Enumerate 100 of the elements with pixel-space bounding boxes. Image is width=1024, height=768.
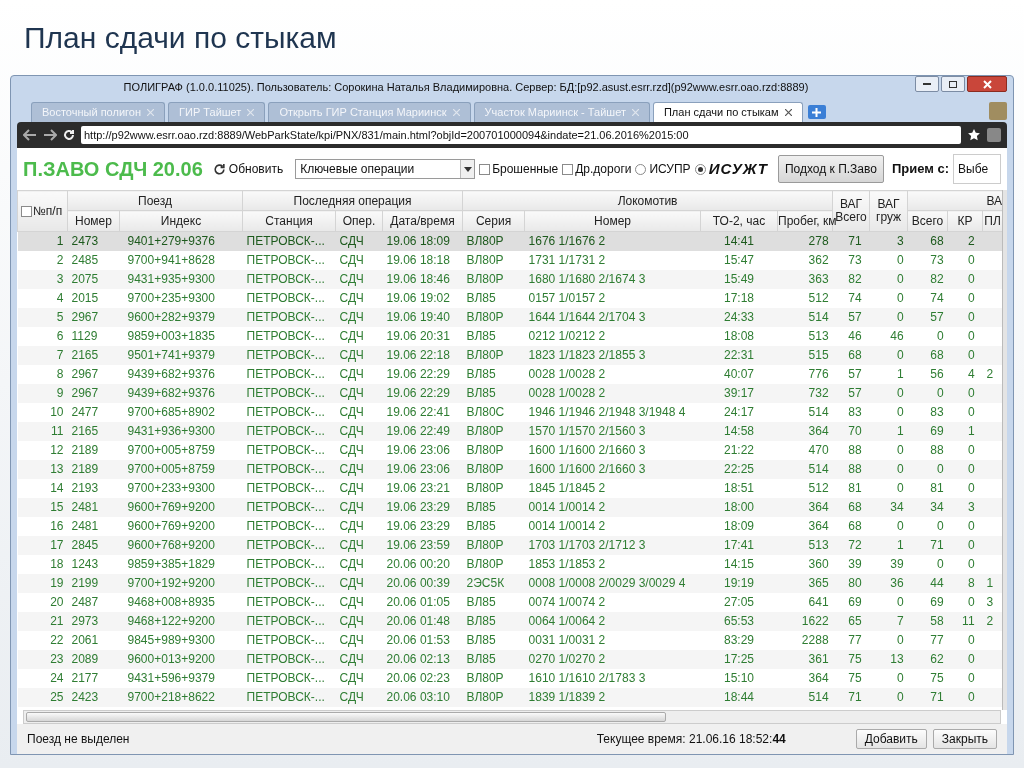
address-field[interactable]: http://p92www.esrr.oao.rzd:8889/WebParkState/kpi/PNX/831/main.html?objId=200701000094&indate=21.06.2016%2015:00 <box>81 126 961 144</box>
status-message: Поезд не выделен <box>27 731 130 748</box>
column-group-header: Локомотив <box>617 193 678 208</box>
column-group-header: ВА <box>986 193 1002 208</box>
table-row[interactable]: 20 2487 9468+008+8935 ПЕТРОВСК-... СДЧ 20.06 01:05 ВЛ85 0074 1/0074 2 27:05 641 69 0 69 0 3 <box>17 592 1002 612</box>
checkbox[interactable] <box>21 205 32 217</box>
table-row[interactable]: 5 2967 9600+282+9379 ПЕТРОВСК-... СДЧ 19.06 19:40 ВЛ80Р 1644 1/1644 2/1704 3 24:33 514 57 0 57 0 <box>17 307 1002 327</box>
checkbox[interactable] <box>562 163 574 175</box>
reception-label: Прием с: <box>891 160 950 179</box>
radio-button[interactable] <box>635 163 647 175</box>
table-cell: 12 <box>17 440 68 460</box>
column-header: Номер <box>594 214 631 228</box>
table-cell: 15 <box>17 497 68 517</box>
checkbox[interactable] <box>479 163 491 175</box>
table-row[interactable]: 19 2199 9700+192+9200 ПЕТРОВСК-... СДЧ 20.06 00:39 2ЭС5К 0008 1/0008 2/0029 3/0029 4 19:19 365 80 36 44 8 1 <box>17 573 1002 593</box>
column-header: ВАГ Всего <box>835 197 867 224</box>
table-cell: 5 <box>17 307 68 327</box>
table-row[interactable]: 11 2165 9431+936+9300 ПЕТРОВСК-... СДЧ 19.06 22:49 ВЛ80Р 1570 1/1570 2/1560 3 14:58 364 70 1 69 1 <box>17 421 1002 441</box>
close-icon <box>982 79 992 89</box>
table-cell: 14 <box>17 478 68 498</box>
table-row[interactable]: 18 1243 9859+385+1829 ПЕТРОВСК-... СДЧ 20.06 00:20 ВЛ80Р 1853 1/1853 2 14:15 360 39 39 0 0 <box>17 554 1002 574</box>
table-row[interactable]: 9 2967 9439+682+9376 ПЕТРОВСК-... СДЧ 19.06 22:29 ВЛ85 0028 1/0028 2 39:17 732 57 0 0 0 <box>17 383 1002 403</box>
column-group-header: Поезд <box>138 193 172 208</box>
table-row[interactable]: 3 2075 9431+935+9300 ПЕТРОВСК-... СДЧ 19.06 18:46 ВЛ80Р 1680 1/1680 2/1674 3 15:49 363 82 0 82 0 <box>17 269 1002 289</box>
star-icon[interactable] <box>967 128 981 142</box>
table-row[interactable]: 25 2423 9700+218+8622 ПЕТРОВСК-... СДЧ 20.06 03:10 ВЛ80Р 1839 1/1839 2 18:44 514 71 0 71 0 <box>17 687 1002 707</box>
table-row[interactable]: 15 2481 9600+769+9200 ПЕТРОВСК-... СДЧ 19.06 23:29 ВЛ85 0014 1/0014 2 18:00 364 68 34 34 3 <box>17 497 1002 517</box>
table-row[interactable]: 13 2189 9700+005+8759 ПЕТРОВСК-... СДЧ 19.06 23:06 ВЛ80Р 1600 1/1600 2/1660 3 22:25 514 88 0 0 0 <box>17 459 1002 479</box>
back-icon[interactable] <box>23 129 37 141</box>
table-row[interactable]: 23 2089 9600+013+9200 ПЕТРОВСК-... СДЧ 20.06 02:13 ВЛ85 0270 1/0270 2 17:25 361 75 13 62 0 <box>17 649 1002 669</box>
table-row[interactable]: 10 2477 9700+685+8902 ПЕТРОВСК-... СДЧ 19.06 22:41 ВЛ80С 1946 1/1946 2/1948 3/1948 4 24:17 514 83 0 83 0 <box>17 402 1002 422</box>
minimize-button[interactable] <box>915 76 939 92</box>
checkbox-label: Брошенные <box>492 161 559 178</box>
table-row[interactable]: 22 2061 9845+989+9300 ПЕТРОВСК-... СДЧ 20.06 01:53 ВЛ85 0031 1/0031 2 83:29 2288 77 0 77 0 <box>17 630 1002 650</box>
table-row[interactable]: 2 2485 9700+941+8628 ПЕТРОВСК-... СДЧ 19.06 18:18 ВЛ80Р 1731 1/1731 2 15:47 362 73 0 73 0 <box>17 250 1002 270</box>
radio-button[interactable] <box>694 163 706 175</box>
radio-label: ИСУПР <box>649 161 691 178</box>
refresh-button[interactable]: Обновить <box>210 160 286 178</box>
plus-icon <box>812 107 822 117</box>
table-cell: 10 <box>17 402 68 422</box>
table-row[interactable]: 6 1129 9859+003+1835 ПЕТРОВСК-... СДЧ 19.06 20:31 ВЛ85 0212 1/0212 2 18:08 513 46 46 0 0 <box>17 326 1002 346</box>
table-row[interactable]: 8 2967 9439+682+9376 ПЕТРОВСК-... СДЧ 19.06 22:29 ВЛ85 0028 1/0028 2 40:07 776 57 1 56 4 2 <box>17 364 1002 384</box>
table-row[interactable]: 17 2845 9600+768+9200 ПЕТРОВСК-... СДЧ 19.06 23:59 ВЛ80Р 1703 1/1703 2/1712 3 17:41 513 72 1 71 0 <box>17 535 1002 555</box>
table-row[interactable]: 14 2193 9700+233+9300 ПЕТРОВСК-... СДЧ 19.06 23:21 ВЛ80Р 1845 1/1845 2 18:51 512 81 0 81 0 <box>17 478 1002 498</box>
table-row[interactable]: 16 2481 9600+769+9200 ПЕТРОВСК-... СДЧ 19.06 23:29 ВЛ85 0014 1/0014 2 18:09 364 68 0 0 0 <box>17 516 1002 536</box>
table-cell: 2 <box>17 250 68 270</box>
refresh-icon <box>212 162 226 176</box>
table-cell: 18 <box>17 554 68 574</box>
column-header: ТО-2, час <box>712 214 766 228</box>
approach-button[interactable]: Подход к П.Заво <box>777 155 884 183</box>
table-cell: 13 <box>17 459 68 479</box>
column-header: Пробег, км <box>778 214 837 228</box>
table-cell: 6 <box>17 326 68 346</box>
table-cell: 17 <box>17 535 68 555</box>
table-row[interactable]: 21 2973 9468+122+9200 ПЕТРОВСК-... СДЧ 20.06 01:48 ВЛ85 0064 1/0064 2 65:53 1622 65 7 58 11 2 <box>17 611 1002 631</box>
footer-button[interactable]: Закрыть <box>932 729 997 749</box>
table-row[interactable]: 24 2177 9431+596+9379 ПЕТРОВСК-... СДЧ 20.06 02:23 ВЛ80Р 1610 1/1610 2/1783 3 15:10 364 75 0 75 0 <box>17 668 1002 688</box>
table-cell: 23 <box>17 649 68 669</box>
column-header: ВАГ груж <box>876 197 902 224</box>
table-cell: 9 <box>17 383 68 403</box>
maximize-button[interactable] <box>941 76 965 92</box>
table-cell: 3 <box>17 269 68 289</box>
table-row[interactable]: 12 2189 9700+005+8759 ПЕТРОВСК-... СДЧ 19.06 23:06 ВЛ80Р 1600 1/1600 2/1660 3 21:22 470 88 0 88 0 <box>17 440 1002 460</box>
table-cell: 7 <box>17 345 68 365</box>
checkbox-label: Др.дороги <box>575 161 632 178</box>
table-cell: 8 <box>17 364 68 384</box>
column-header: Опер. <box>342 214 376 228</box>
new-tab-button[interactable] <box>807 105 826 119</box>
table-cell: 11 <box>17 421 68 441</box>
table-row[interactable]: 4 2015 9700+235+9300 ПЕТРОВСК-... СДЧ 19.06 19:02 ВЛ85 0157 1/0157 2 17:18 512 74 0 74 0 <box>17 288 1002 308</box>
scroll-thumb[interactable] <box>26 712 666 722</box>
slide-title: План сдачи по стыкам <box>24 20 337 56</box>
table-row[interactable]: 7 2165 9501+741+9379 ПЕТРОВСК-... СДЧ 19.06 22:18 ВЛ80Р 1823 1/1823 2/1855 3 22:31 515 68 0 68 0 <box>17 345 1002 365</box>
column-header: Дата/время <box>390 214 455 228</box>
operations-select[interactable]: Ключевые операции <box>295 159 476 179</box>
current-time: Текущее время: 21.06.16 18:52:44 <box>596 731 786 748</box>
browser-tab[interactable]: План сдачи по стыкам <box>652 102 803 122</box>
column-header: КР <box>957 214 973 228</box>
window-title: ПОЛИГРАФ (1.0.0.11025). Пользователь: Сорокина Наталья Владимировна. Сервер: БД:[p92.asust.esrr.rzd](p92www.esrr.oao.rzd:8889) <box>122 79 810 95</box>
page-title: П.ЗАВО СДЧ 20.06 <box>23 157 203 182</box>
table-row[interactable]: 1 2473 9401+279+9376 ПЕТРОВСК-... СДЧ 19.06 18:09 ВЛ80Р 1676 1/1676 2 14:41 278 71 3 68 2 <box>17 231 1002 251</box>
table-cell: 16 <box>17 516 68 536</box>
forward-icon[interactable] <box>43 129 57 141</box>
column-group-header: Последняя операция <box>293 193 412 208</box>
column-header: №п/п <box>33 203 63 220</box>
reception-select[interactable]: Выбе <box>953 154 1001 184</box>
footer-button[interactable]: Добавить <box>855 729 927 749</box>
horizontal-scrollbar[interactable] <box>23 710 1001 724</box>
table-cell: 19 <box>17 573 68 593</box>
column-header: Индекс <box>160 214 202 228</box>
reload-icon[interactable] <box>63 129 75 141</box>
column-header: Номер <box>75 214 112 228</box>
table-cell: 20 <box>17 592 68 612</box>
table-cell: 21 <box>17 611 68 631</box>
close-icon[interactable] <box>784 109 792 116</box>
table-cell: 4 <box>17 288 68 308</box>
close-button[interactable] <box>967 76 1007 92</box>
column-header: ПЛ <box>984 214 1001 228</box>
table-cell: 25 <box>17 687 68 707</box>
logo-label: ИСУЖТ <box>708 158 768 179</box>
